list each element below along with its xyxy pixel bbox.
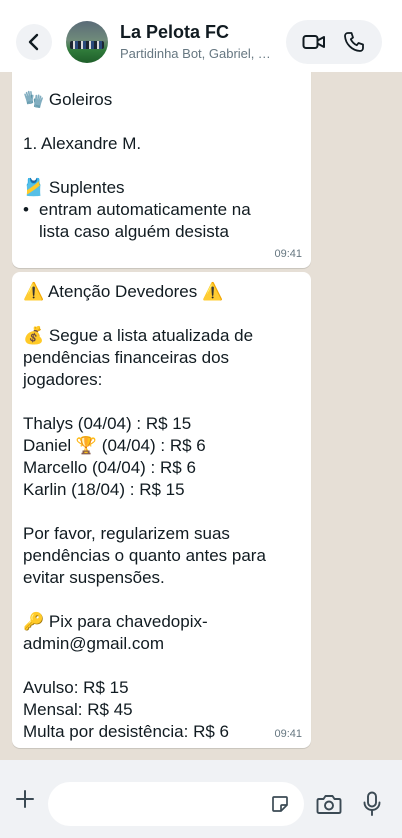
plus-icon — [16, 790, 34, 808]
message-timestamp: 09:41 — [274, 248, 302, 260]
chat-info[interactable]: La Pelota FC Partidinha Bot, Gabriel, Th… — [120, 21, 272, 63]
microphone-icon[interactable] — [362, 791, 382, 817]
chevron-left-icon — [28, 33, 39, 51]
debtor-line: Thalys (04/04) : R$ 15 — [23, 414, 192, 433]
composer-bar — [0, 760, 402, 838]
video-camera-icon — [302, 35, 325, 49]
bib-emoji: 🎽 — [23, 178, 45, 197]
glove-emoji: 🧤 — [23, 90, 45, 109]
camera-icon[interactable] — [316, 793, 342, 815]
message-line: jogadores: — [23, 370, 103, 389]
message-line: ⚠️ Atenção Devedores ⚠️ — [23, 282, 224, 301]
message-line — [23, 501, 301, 523]
attach-button[interactable] — [10, 784, 40, 814]
back-button[interactable] — [16, 24, 52, 60]
message-line — [23, 391, 301, 413]
debtor-line: Karlin (18/04) : R$ 15 — [23, 480, 185, 499]
message-line: pendências o quanto antes para — [23, 546, 266, 565]
message-input[interactable] — [64, 795, 264, 813]
message-line — [23, 655, 301, 677]
debtor-line: Daniel 🏆 (04/04) : R$ 6 — [23, 436, 206, 455]
message-line — [23, 589, 301, 611]
price-line: Multa por desistência: R$ 6 — [23, 722, 229, 741]
message-list[interactable]: 🧤 Goleiros 1. Alexandre M. 🎽 Suplentes •… — [0, 72, 402, 760]
message-line: 🎽 Suplentes — [23, 177, 301, 199]
message-line: 🔑 Pix para chavedopix- — [23, 612, 208, 631]
message-line — [23, 303, 301, 325]
group-avatar[interactable] — [66, 21, 108, 63]
price-line: Avulso: R$ 15 — [23, 678, 129, 697]
list-item: • entram automaticamente na lista caso a… — [23, 199, 301, 243]
message-text: Suplentes — [48, 178, 125, 197]
chat-subtitle: Partidinha Bot, Gabriel, Thalys, Daniel,… — [120, 46, 272, 61]
sticker-icon[interactable] — [270, 794, 290, 814]
message-line: entram automaticamente na — [39, 200, 251, 219]
video-call-button[interactable] — [294, 20, 334, 64]
message-line: 🧤 Goleiros — [23, 89, 301, 111]
bullet-symbol: • — [23, 200, 29, 219]
message-line: Por favor, regularizem suas — [23, 524, 230, 543]
message-line: 💰 Segue a lista atualizada de — [23, 326, 254, 345]
message-bubble[interactable]: ⚠️ Atenção Devedores ⚠️ 💰 Segue a lista … — [12, 272, 311, 748]
message-timestamp: 09:41 — [274, 728, 302, 740]
message-line: pendências financeiras dos — [23, 348, 230, 367]
message-line — [23, 111, 301, 133]
price-line: Mensal: R$ 45 — [23, 700, 133, 719]
message-line: 1. Alexandre M. — [23, 134, 142, 153]
phone-icon — [344, 32, 364, 52]
message-line: evitar suspensões. — [23, 568, 165, 587]
message-input-box[interactable] — [48, 782, 304, 826]
header-actions — [286, 20, 382, 64]
message-line: lista caso alguém desista — [39, 222, 229, 241]
debtor-line: Marcello (04/04) : R$ 6 — [23, 458, 196, 477]
chat-title: La Pelota FC — [120, 22, 230, 42]
message-line: admin@gmail.com — [23, 634, 165, 653]
message-line — [23, 155, 301, 177]
message-bubble[interactable]: 🧤 Goleiros 1. Alexandre M. 🎽 Suplentes •… — [12, 72, 311, 268]
voice-call-button[interactable] — [334, 20, 374, 64]
message-text: Goleiros — [48, 90, 113, 109]
